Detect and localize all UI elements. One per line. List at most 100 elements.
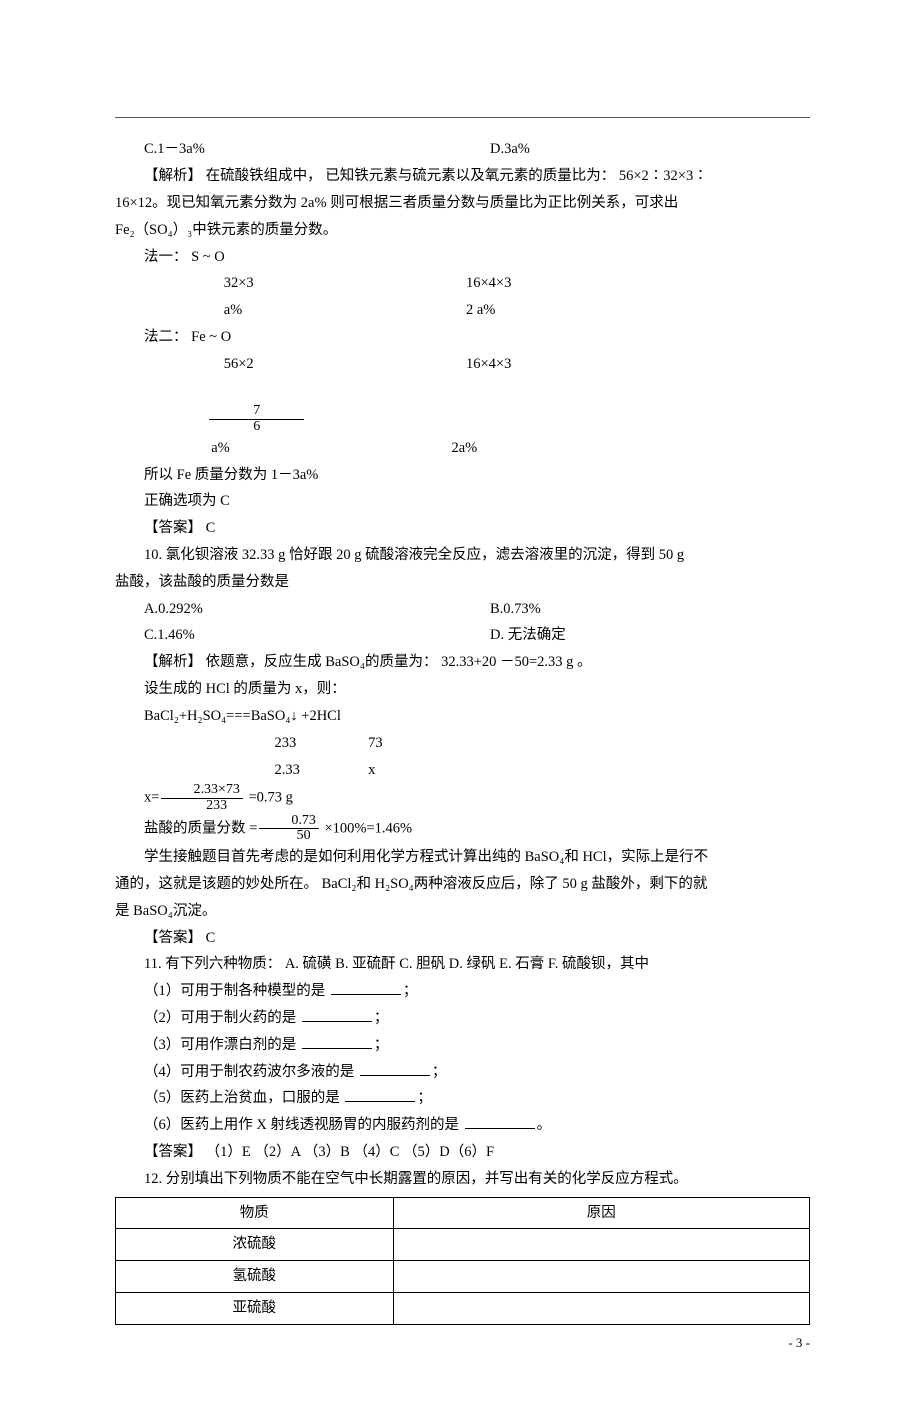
q11-answer: 【答案】 （1）E （2）A （3）B （4）C （5）D（6）F: [115, 1139, 810, 1166]
m2-r1-c1: 56×2: [224, 351, 319, 378]
mass-post: ×100%=1.46%: [321, 820, 412, 836]
m1-r1-c1: 32×3: [224, 270, 319, 297]
mass-pre: 盐酸的质量分数 =: [144, 820, 257, 836]
blank: [302, 1008, 372, 1022]
q10-options-ab: A.0.292% B.0.73%: [115, 596, 810, 623]
semi: ；: [417, 1090, 432, 1106]
td-empty: [393, 1293, 809, 1325]
q9-conclusion-1: 所以 Fe 质量分数为 1－3a%: [115, 462, 810, 489]
q10-stem-l1: 10. 氯化钡溶液 32.33 g 恰好跟 20 g 硫酸溶液完全反应，滤去溶液…: [115, 542, 810, 569]
eq-73: 73: [368, 735, 383, 751]
q10-b: B.0.73%: [490, 596, 810, 623]
q9-answer: 【答案】 C: [115, 515, 810, 542]
m2-r1-c2: 16×4×3: [466, 351, 511, 378]
q11-p4-t: （4）可用于制农药波尔多液的是: [144, 1064, 358, 1080]
q10-eq: BaCl₂+H₂SO₄===BaSO₄↓ +2HCl: [115, 703, 810, 730]
q10-a: A.0.292%: [115, 596, 490, 623]
q10-eq-r1: 233 73: [115, 730, 810, 757]
q10-exp2: 通的，这就是该题的妙处所在。 BaCl₂和 H₂SO₄两种溶液反应后，除了 50…: [115, 871, 810, 898]
q10-stem-l2: 盐酸，该盐酸的质量分数是: [115, 569, 810, 596]
option-c: C.1－3a%: [115, 136, 490, 163]
q11-p6-t: （6）医药上用作 X 射线透视肠胃的内服药剂的是: [144, 1117, 463, 1133]
td-r3: 亚硫酸: [116, 1293, 394, 1325]
method2-r1: 56×2 16×4×3: [115, 351, 810, 378]
xeq-frac: 2.33×73 233: [159, 783, 244, 813]
m1-r1-c2: 16×4×3: [466, 270, 511, 297]
td-r2: 氢硫酸: [116, 1261, 394, 1293]
blank: [345, 1088, 415, 1102]
th-substance: 物质: [116, 1197, 394, 1229]
m2-frac-wrap: 7 6 a%: [209, 378, 304, 462]
frac-tail: a%: [211, 440, 230, 456]
m1-r2-c2: 2 a%: [466, 297, 495, 324]
blank: [302, 1035, 372, 1049]
period: 。: [537, 1117, 552, 1133]
q11-p4: （4）可用于制农药波尔多液的是 ；: [115, 1059, 810, 1086]
options-cd: C.1－3a% D.3a%: [115, 136, 810, 163]
q9-analysis-l2: 16×12。现已知氧元素分数为 2a% 则可根据三者质量分数与质量比为正比例关系…: [115, 190, 810, 217]
q12-table: 物质 原因 浓硫酸 氢硫酸 亚硫酸: [115, 1197, 810, 1325]
xeq-pre: x=: [144, 790, 159, 806]
mass-num: 0.73: [259, 814, 319, 830]
method2-r2: 7 6 a% 2a%: [115, 378, 810, 462]
eq-233: 233: [275, 730, 365, 757]
td-r1: 浓硫酸: [116, 1229, 394, 1261]
option-d: D.3a%: [490, 136, 810, 163]
semi: ；: [374, 1010, 389, 1026]
xeq-den: 233: [161, 799, 242, 814]
q10-options-cd: C.1.46% D. 无法确定: [115, 622, 810, 649]
semi: ；: [432, 1064, 447, 1080]
q10-sol-l1: 【解析】 依题意，反应生成 BaSO₄的质量为： 32.33+20 －50=2.…: [115, 649, 810, 676]
method1-r2: a% 2 a%: [115, 297, 810, 324]
q11-p1: （1）可用于制各种模型的是 ；: [115, 978, 810, 1005]
q11-p2-t: （2）可用于制火药的是: [144, 1010, 300, 1026]
q10-exp3: 是 BaSO₄沉淀。: [115, 898, 810, 925]
q11-p6: （6）医药上用作 X 射线透视肠胃的内服药剂的是 。: [115, 1112, 810, 1139]
frac-num: 7: [209, 404, 304, 420]
semi: ；: [403, 983, 418, 999]
table-row: 氢硫酸: [116, 1261, 810, 1293]
q9-analysis-l1: 【解析】 在硫酸铁组成中， 已知铁元素与硫元素以及氧元素的质量比为： 56×2∶…: [115, 163, 810, 190]
blank: [331, 981, 401, 995]
q11-p1-t: （1）可用于制各种模型的是: [144, 983, 329, 999]
q10-c: C.1.46%: [115, 622, 490, 649]
q9-conclusion-2: 正确选项为 C: [115, 488, 810, 515]
table-row: 亚硫酸: [116, 1293, 810, 1325]
q9-analysis-l3: Fe₂（SO₄）₃中铁元素的质量分数。: [115, 217, 810, 244]
q11-p3-t: （3）可用作漂白剂的是: [144, 1037, 300, 1053]
m1-r2-c1: a%: [224, 297, 319, 324]
method1-head: 法一： S ~ O: [115, 244, 810, 271]
q10-x-eq: x= 2.33×73 233 =0.73 g: [115, 783, 810, 813]
q10-sol-l2: 设生成的 HCl 的质量为 x，则：: [115, 676, 810, 703]
q11-p5-t: （5）医药上治贫血，口服的是: [144, 1090, 343, 1106]
q11-p3: （3）可用作漂白剂的是 ；: [115, 1032, 810, 1059]
q11-stem: 11. 有下列六种物质： A. 硫磺 B. 亚硫酐 C. 胆矾 D. 绿矾 E.…: [115, 951, 810, 978]
page-number: - 3 -: [788, 1331, 810, 1355]
td-empty: [393, 1229, 809, 1261]
q10-eq-r2: 2.33 x: [115, 757, 810, 784]
q11-p5: （5）医药上治贫血，口服的是 ；: [115, 1085, 810, 1112]
xeq-post: =0.73 g: [245, 790, 293, 806]
eq-x: x: [368, 762, 375, 778]
eq-2.33: 2.33: [275, 757, 365, 784]
mass-den: 50: [259, 829, 319, 844]
blank: [465, 1115, 535, 1129]
mass-frac: 0.73 50: [257, 814, 321, 844]
m2-r2-c2: 2a%: [452, 435, 478, 462]
frac-den: 6: [209, 420, 304, 435]
q11-p2: （2）可用于制火药的是 ；: [115, 1005, 810, 1032]
table-row-header: 物质 原因: [116, 1197, 810, 1229]
blank: [360, 1062, 430, 1076]
q10-mass-eq: 盐酸的质量分数 = 0.73 50 ×100%=1.46%: [115, 814, 810, 844]
q10-answer: 【答案】 C: [115, 925, 810, 952]
th-reason: 原因: [393, 1197, 809, 1229]
semi: ；: [374, 1037, 389, 1053]
q10-exp1: 学生接触题目首先考虑的是如何利用化学方程式计算出纯的 BaSO₄和 HCl，实际…: [115, 844, 810, 871]
q12-stem: 12. 分别填出下列物质不能在空气中长期露置的原因，并写出有关的化学反应方程式。: [115, 1166, 810, 1193]
method2-head: 法二： Fe ~ O: [115, 324, 810, 351]
q10-d: D. 无法确定: [490, 622, 810, 649]
method1-r1: 32×3 16×4×3: [115, 270, 810, 297]
table-row: 浓硫酸: [116, 1229, 810, 1261]
xeq-num: 2.33×73: [161, 783, 242, 799]
td-empty: [393, 1261, 809, 1293]
